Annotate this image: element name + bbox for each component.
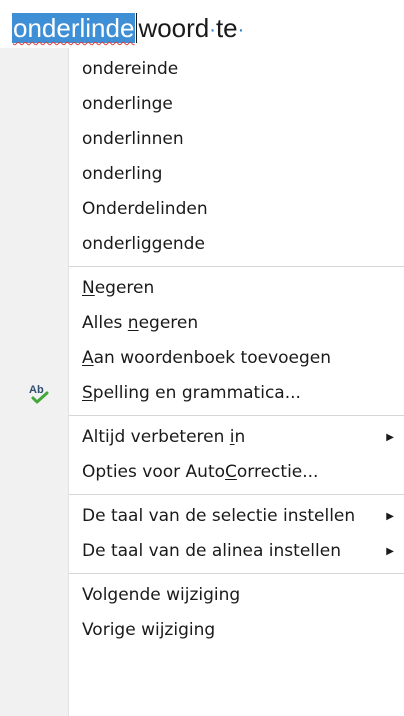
suggestion-item[interactable]: onderlinnen xyxy=(0,122,404,157)
suggestion-item[interactable]: onderlinge xyxy=(0,87,404,122)
submenu-arrow-icon: ▶ xyxy=(386,432,394,443)
next-change-menu-item[interactable]: Volgende wijziging xyxy=(0,578,404,613)
proofing-section: Negeren Alles negeren Aan woordenboek to… xyxy=(0,267,404,415)
document-text-line[interactable]: onderlinde woord·te· xyxy=(12,8,244,48)
space-marker: · xyxy=(209,19,216,42)
document-word: te xyxy=(215,13,238,43)
previous-change-menu-item[interactable]: Vorige wijziging xyxy=(0,613,404,648)
autocorrect-section: Altijd verbeteren in ▶ Opties voor AutoCo… xyxy=(0,416,404,494)
spelling-grammar-menu-item[interactable]: Ab Spelling en grammatica... xyxy=(0,376,404,411)
submenu-arrow-icon: ▶ xyxy=(386,511,394,522)
selection-language-menu-item[interactable]: De taal van de selectie instellen ▶ xyxy=(0,499,404,534)
ignore-all-menu-item[interactable]: Alles negeren xyxy=(0,306,404,341)
always-correct-menu-item[interactable]: Altijd verbeteren in ▶ xyxy=(0,420,404,455)
suggestion-item[interactable]: Onderdelinden xyxy=(0,192,404,227)
language-section: De taal van de selectie instellen ▶ De ta… xyxy=(0,495,404,573)
svg-text:Ab: Ab xyxy=(29,384,44,396)
context-menu: ondereinde onderlinge onderlinnen onderl… xyxy=(0,48,404,716)
suggestion-item[interactable]: ondereinde xyxy=(0,52,404,87)
spelling-check-icon: Ab xyxy=(28,383,52,405)
paragraph-language-menu-item[interactable]: De taal van de alinea instellen ▶ xyxy=(0,534,404,569)
suggestions-section: ondereinde onderlinge onderlinnen onderl… xyxy=(0,48,404,266)
space-marker: · xyxy=(237,19,245,42)
changes-section: Volgende wijziging Vorige wijziging xyxy=(0,574,404,652)
autocorrect-options-menu-item[interactable]: Opties voor AutoCorrectie... xyxy=(0,455,404,490)
add-to-dictionary-menu-item[interactable]: Aan woordenboek toevoegen xyxy=(0,341,404,376)
misspelled-word[interactable]: onderlinde xyxy=(12,13,136,43)
suggestion-item[interactable]: onderling xyxy=(0,157,404,192)
ignore-menu-item[interactable]: Negeren xyxy=(0,271,404,306)
submenu-arrow-icon: ▶ xyxy=(386,546,394,557)
suggestion-item[interactable]: onderliggende xyxy=(0,227,404,262)
document-word: woord xyxy=(138,13,210,43)
